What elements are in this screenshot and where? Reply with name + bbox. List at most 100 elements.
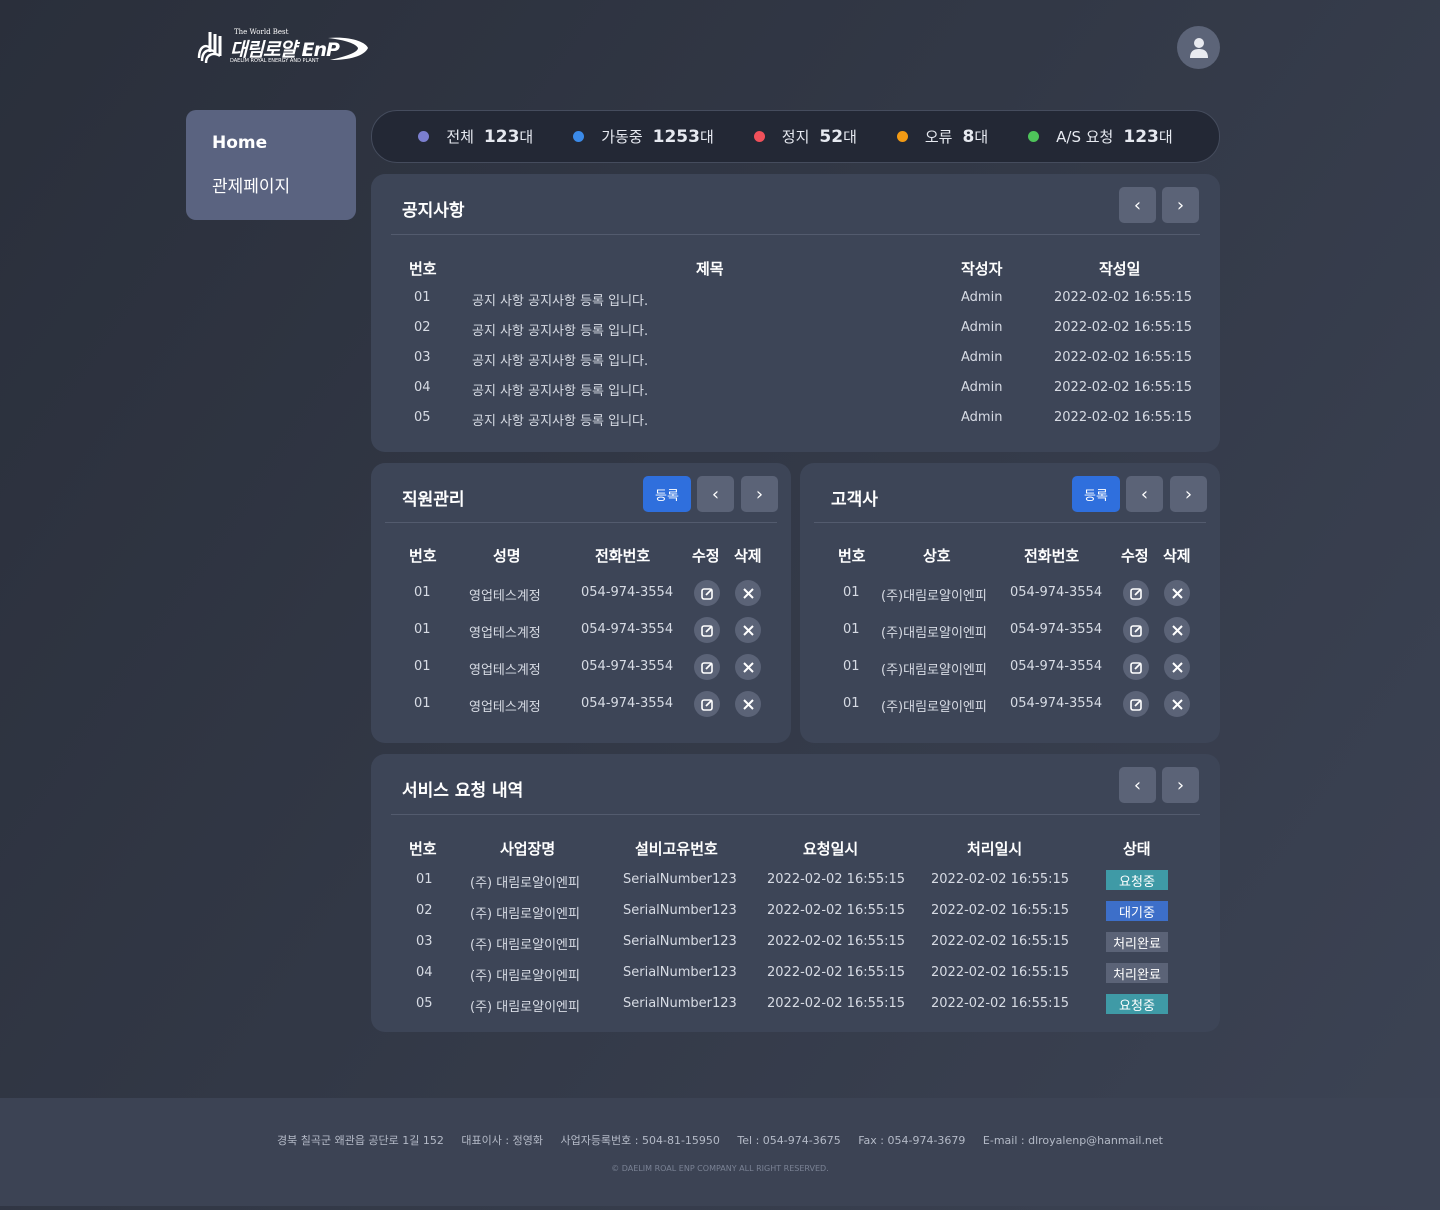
footer-address: 경북 칠곡군 왜관읍 공단로 1길 152	[276, 1134, 444, 1147]
staff-delete-button[interactable]	[735, 580, 761, 606]
staff-delete-button[interactable]	[735, 654, 761, 680]
customer-edit-button[interactable]	[1123, 617, 1149, 643]
sidebar-item-home[interactable]: Home	[212, 130, 330, 174]
service-no: 02	[416, 903, 433, 918]
notice-subject[interactable]: 공지 사항 공지사항 등록 입니다.	[472, 350, 648, 369]
status-dot	[1028, 131, 1040, 142]
sidebar-item-monitoring[interactable]: 관제페이지	[212, 174, 330, 218]
staff-header-delete: 삭제	[734, 547, 762, 565]
status-badge: 대기중	[1106, 901, 1168, 921]
customer-edit-button[interactable]	[1123, 691, 1149, 717]
customers-next-button[interactable]: ›	[1170, 476, 1207, 512]
status-label: 전체	[446, 128, 474, 146]
customers-header-no: 번호	[838, 547, 866, 565]
service-processed: 2022-02-02 16:55:15	[931, 934, 1070, 949]
service-no: 01	[416, 872, 433, 887]
footer-email[interactable]: E-mail : dlroyalenp@hanmail.net	[983, 1134, 1163, 1147]
customers-prev-button[interactable]: ‹	[1126, 476, 1163, 512]
staff-register-button[interactable]: 등록	[643, 476, 691, 512]
service-next-button[interactable]: ›	[1162, 767, 1199, 803]
service-header-no: 번호	[409, 840, 437, 858]
service-header-requested: 요청일시	[803, 840, 859, 858]
customer-phone: 054-974-3554	[1010, 696, 1103, 711]
status-badge: 요청중	[1106, 994, 1168, 1014]
footer-biz-no: 사업자등록번호 : 504-81-15950	[560, 1134, 720, 1147]
service-serial: SerialNumber123	[623, 965, 737, 980]
customer-edit-button[interactable]	[1123, 580, 1149, 606]
customer-delete-button[interactable]	[1164, 617, 1190, 643]
status-count: 52	[819, 126, 844, 147]
service-header-site: 사업장명	[500, 840, 556, 858]
status-dot	[896, 131, 908, 142]
service-requested: 2022-02-02 16:55:15	[767, 872, 906, 887]
staff-name: 영업테스계정	[469, 700, 541, 715]
status-count: 123	[483, 126, 520, 147]
notice-prev-button[interactable]: ‹	[1119, 187, 1156, 223]
chevron-right-icon: ›	[755, 483, 764, 505]
status-count: 8	[962, 126, 975, 147]
service-site: (주) 대림로얄이엔피	[470, 938, 580, 953]
customer-name: (주)대림로얄이엔피	[881, 700, 987, 715]
staff-delete-button[interactable]	[735, 691, 761, 717]
edit-icon	[1129, 587, 1142, 600]
staff-edit-button[interactable]	[694, 580, 720, 606]
customer-delete-button[interactable]	[1164, 580, 1190, 606]
status-unit: 대	[974, 128, 989, 146]
user-icon	[1189, 37, 1208, 58]
footer-ceo: 대표이사 : 정영화	[461, 1134, 543, 1147]
staff-edit-button[interactable]	[694, 617, 720, 643]
staff-header-name: 성명	[493, 547, 521, 565]
staff-header-edit: 수정	[692, 547, 720, 565]
staff-phone: 054-974-3554	[581, 585, 674, 600]
logo-swoosh-icon	[328, 37, 368, 60]
notice-next-button[interactable]: ›	[1162, 187, 1199, 223]
footer-fax: Fax : 054-974-3679	[858, 1134, 966, 1147]
close-icon	[742, 624, 754, 636]
staff-edit-button[interactable]	[694, 654, 720, 680]
customer-no: 01	[843, 659, 860, 674]
staff-edit-button[interactable]	[694, 691, 720, 717]
staff-card: 직원관리 등록 ‹ › 번호 성명 전화번호 수정 삭제 01 영업테스계정 0…	[371, 463, 791, 743]
notice-subject[interactable]: 공지 사항 공지사항 등록 입니다.	[472, 410, 648, 429]
status-badge: 요청중	[1106, 870, 1168, 890]
service-requested: 2022-02-02 16:55:15	[767, 996, 906, 1011]
notice-subject[interactable]: 공지 사항 공지사항 등록 입니다.	[472, 320, 648, 339]
customers-title: 고객사	[831, 490, 878, 510]
service-prev-button[interactable]: ‹	[1119, 767, 1156, 803]
footer-tel: Tel : 054-974-3675	[737, 1134, 841, 1147]
customer-phone: 054-974-3554	[1010, 659, 1103, 674]
service-divider	[391, 814, 1200, 815]
status-dot	[573, 131, 585, 142]
status-count: 1253	[652, 126, 700, 147]
staff-next-button[interactable]: ›	[741, 476, 778, 512]
customer-delete-button[interactable]	[1164, 654, 1190, 680]
notice-author: Admin	[961, 320, 1003, 335]
footer-copyright: © DAELIM ROAL ENP COMPANY ALL RIGHT RESE…	[611, 1164, 829, 1173]
notice-author: Admin	[961, 410, 1003, 425]
user-avatar-button[interactable]	[1177, 26, 1220, 69]
customers-divider	[814, 522, 1206, 523]
notice-no: 05	[414, 410, 431, 425]
service-requested: 2022-02-02 16:55:15	[767, 965, 906, 980]
service-header-processed: 처리일시	[967, 840, 1023, 858]
staff-prev-button[interactable]: ‹	[697, 476, 734, 512]
notice-date: 2022-02-02 16:55:15	[1054, 380, 1193, 395]
customers-register-button[interactable]: 등록	[1072, 476, 1120, 512]
notice-subject[interactable]: 공지 사항 공지사항 등록 입니다.	[472, 380, 648, 399]
service-processed: 2022-02-02 16:55:15	[931, 903, 1070, 918]
edit-icon	[1129, 661, 1142, 674]
notice-subject[interactable]: 공지 사항 공지사항 등록 입니다.	[472, 290, 648, 309]
close-icon	[1171, 698, 1183, 710]
staff-header-no: 번호	[409, 547, 437, 565]
service-site: (주) 대림로얄이엔피	[470, 969, 580, 984]
company-logo[interactable]: The World Best 대림로얄 EnP DAELIM ROYAL ENE…	[196, 28, 372, 68]
customer-delete-button[interactable]	[1164, 691, 1190, 717]
notice-no: 04	[414, 380, 431, 395]
customer-phone: 054-974-3554	[1010, 585, 1103, 600]
staff-name: 영업테스계정	[469, 626, 541, 641]
customer-edit-button[interactable]	[1123, 654, 1149, 680]
service-requested: 2022-02-02 16:55:15	[767, 934, 906, 949]
staff-divider	[385, 522, 777, 523]
service-card: 서비스 요청 내역 ‹ › 번호 사업장명 설비고유번호 요청일시 처리일시 상…	[371, 754, 1220, 1032]
staff-delete-button[interactable]	[735, 617, 761, 643]
